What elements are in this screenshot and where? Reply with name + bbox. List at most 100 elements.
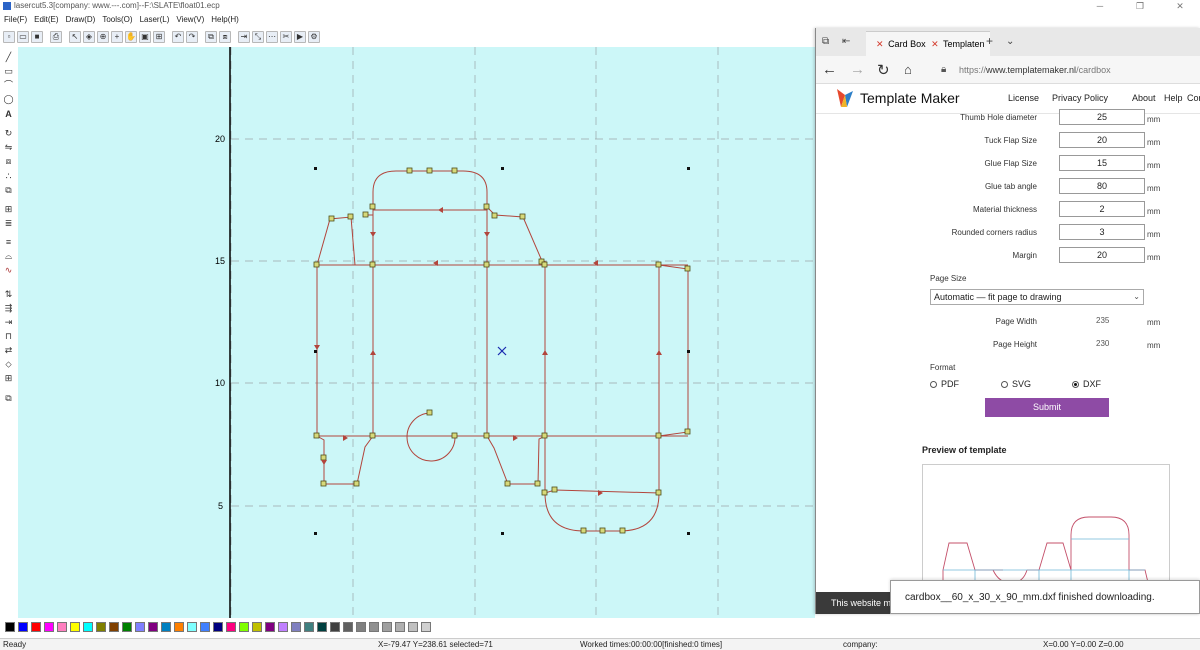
color-swatch[interactable] bbox=[70, 622, 80, 632]
array-icon[interactable]: ⋯ bbox=[266, 31, 278, 43]
forward-icon[interactable]: → bbox=[850, 61, 865, 78]
align-icon[interactable]: ⇥ bbox=[238, 31, 250, 43]
nav-license[interactable]: License bbox=[1008, 93, 1039, 103]
format-radio-svg[interactable]: SVG bbox=[1001, 379, 1031, 389]
tab-list-chevron-icon[interactable]: ⌄ bbox=[1006, 36, 1014, 47]
menu-tools[interactable]: Tools(O) bbox=[102, 13, 132, 27]
menu-edit[interactable]: Edit(E) bbox=[34, 13, 58, 27]
zoom-window-icon[interactable]: ⊕ bbox=[97, 31, 109, 43]
simulate-icon[interactable]: ▶ bbox=[294, 31, 306, 43]
new-file-icon[interactable]: ▫ bbox=[3, 31, 15, 43]
color-swatch[interactable] bbox=[356, 622, 366, 632]
glue-flap-input[interactable]: 15 bbox=[1059, 155, 1145, 171]
set-aside-tabs-icon[interactable]: ⇤ bbox=[842, 36, 850, 47]
grid-tool-icon[interactable]: ⊞ bbox=[3, 373, 14, 384]
menu-file[interactable]: File(F) bbox=[4, 13, 27, 27]
template-maker-logo-icon[interactable] bbox=[835, 87, 855, 109]
offset-icon[interactable]: ⧈ bbox=[3, 156, 14, 167]
sort-icon[interactable]: ⇅ bbox=[3, 289, 14, 300]
laser-icon[interactable]: ⚙ bbox=[308, 31, 320, 43]
color-swatch[interactable] bbox=[200, 622, 210, 632]
color-swatch[interactable] bbox=[213, 622, 223, 632]
line-icon[interactable]: ╱ bbox=[3, 52, 14, 63]
ungroup-icon[interactable]: ⧈ bbox=[219, 31, 231, 43]
nav-contact[interactable]: Cor bbox=[1187, 93, 1200, 103]
curve-icon[interactable]: ∿ bbox=[3, 265, 14, 276]
hatch-icon[interactable]: ≡ bbox=[3, 237, 14, 248]
menu-view[interactable]: View(V) bbox=[176, 13, 204, 27]
color-swatch[interactable] bbox=[226, 622, 236, 632]
drawing-canvas[interactable]: 20 15 10 5 bbox=[18, 47, 815, 618]
download-notification[interactable]: cardbox__60_x_30_x_90_mm.dxf finished do… bbox=[890, 580, 1200, 614]
color-swatch[interactable] bbox=[408, 622, 418, 632]
close-button[interactable]: ✕ bbox=[1160, 0, 1200, 13]
cut-order-icon[interactable]: ⇄ bbox=[3, 345, 14, 356]
color-swatch[interactable] bbox=[369, 622, 379, 632]
mirror-icon[interactable]: ⇋ bbox=[3, 142, 14, 153]
color-swatch[interactable] bbox=[109, 622, 119, 632]
array-tool-icon[interactable]: ⊞ bbox=[3, 204, 14, 215]
align-tool-icon[interactable]: ≣ bbox=[3, 218, 14, 229]
color-swatch[interactable] bbox=[174, 622, 184, 632]
color-swatch[interactable] bbox=[265, 622, 275, 632]
weld-icon[interactable]: ⬦ bbox=[3, 359, 14, 370]
rotate-icon[interactable]: ↻ bbox=[3, 128, 14, 139]
back-icon[interactable]: ← bbox=[822, 61, 837, 78]
color-swatch[interactable] bbox=[96, 622, 106, 632]
tab-overview-icon[interactable]: ⧉ bbox=[822, 36, 829, 47]
text-icon[interactable]: A bbox=[3, 109, 14, 120]
menu-help[interactable]: Help(H) bbox=[211, 13, 239, 27]
color-swatch[interactable] bbox=[239, 622, 249, 632]
color-swatch[interactable] bbox=[330, 622, 340, 632]
color-swatch[interactable] bbox=[148, 622, 158, 632]
margin-input[interactable]: 20 bbox=[1059, 247, 1145, 263]
color-swatch[interactable] bbox=[31, 622, 41, 632]
color-swatch[interactable] bbox=[57, 622, 67, 632]
color-swatch[interactable] bbox=[317, 622, 327, 632]
color-swatch[interactable] bbox=[421, 622, 431, 632]
undo-icon[interactable]: ↶ bbox=[172, 31, 184, 43]
color-swatch[interactable] bbox=[5, 622, 15, 632]
polyline-icon[interactable]: ⌒ bbox=[3, 80, 14, 91]
thumb-hole-input[interactable]: 25 bbox=[1059, 109, 1145, 125]
color-swatch[interactable] bbox=[187, 622, 197, 632]
refresh-icon[interactable]: ↻ bbox=[877, 61, 890, 79]
rounded-corners-input[interactable]: 3 bbox=[1059, 224, 1145, 240]
redo-icon[interactable]: ↷ bbox=[186, 31, 198, 43]
rectangle-icon[interactable]: ▭ bbox=[3, 66, 14, 77]
home-icon[interactable]: ⌂ bbox=[904, 62, 912, 77]
color-swatch[interactable] bbox=[278, 622, 288, 632]
save-icon[interactable]: ■ bbox=[31, 31, 43, 43]
cut-params-icon[interactable]: ✂ bbox=[280, 31, 292, 43]
color-swatch[interactable] bbox=[304, 622, 314, 632]
color-swatch[interactable] bbox=[83, 622, 93, 632]
select-icon[interactable]: ↖ bbox=[69, 31, 81, 43]
pan-icon[interactable]: ✋ bbox=[125, 31, 137, 43]
open-file-icon[interactable]: ▭ bbox=[17, 31, 29, 43]
node-icon[interactable]: ∴ bbox=[3, 171, 14, 182]
bridge-icon[interactable]: ⊓ bbox=[3, 331, 14, 342]
zoom-all-icon[interactable]: ⊞ bbox=[153, 31, 165, 43]
color-swatch[interactable] bbox=[252, 622, 262, 632]
nav-help[interactable]: Help bbox=[1164, 93, 1183, 103]
engrave-icon[interactable]: ⌓ bbox=[3, 251, 14, 262]
color-swatch[interactable] bbox=[395, 622, 405, 632]
combine-icon[interactable]: ⧉ bbox=[3, 185, 14, 196]
menu-draw[interactable]: Draw(D) bbox=[66, 13, 96, 27]
path-icon[interactable]: ⇶ bbox=[3, 303, 14, 314]
color-swatch[interactable] bbox=[122, 622, 132, 632]
site-name[interactable]: Template Maker bbox=[860, 90, 960, 106]
new-tab-icon[interactable]: + bbox=[986, 34, 993, 48]
color-swatch[interactable] bbox=[161, 622, 171, 632]
menu-laser[interactable]: Laser(L) bbox=[140, 13, 170, 27]
nav-privacy-policy[interactable]: Privacy Policy bbox=[1052, 93, 1108, 103]
maximize-button[interactable]: ❐ bbox=[1120, 0, 1160, 13]
glue-tab-angle-input[interactable]: 80 bbox=[1059, 178, 1145, 194]
format-radio-pdf[interactable]: PDF bbox=[930, 379, 959, 389]
color-swatch[interactable] bbox=[44, 622, 54, 632]
material-thickness-input[interactable]: 2 bbox=[1059, 201, 1145, 217]
color-swatch[interactable] bbox=[18, 622, 28, 632]
node-edit-icon[interactable]: ◈ bbox=[83, 31, 95, 43]
submit-button[interactable]: Submit bbox=[985, 398, 1109, 417]
page-size-select[interactable]: Automatic — fit page to drawing ⌄ bbox=[930, 289, 1144, 305]
